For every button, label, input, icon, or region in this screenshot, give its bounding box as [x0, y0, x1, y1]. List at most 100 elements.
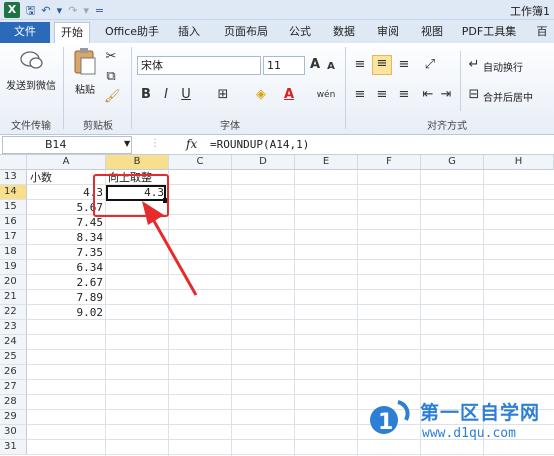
annotation-arrow-icon [142, 201, 198, 296]
borders-icon[interactable]: ⊞ [214, 87, 232, 103]
font-name-select[interactable]: 宋体 [137, 56, 261, 75]
row-header[interactable]: 22 [0, 305, 27, 320]
watermark-url: www.d1qu.com [422, 426, 516, 441]
row-header[interactable]: 27 [0, 380, 27, 395]
row-header[interactable]: 29 [0, 410, 27, 425]
row-header[interactable]: 31 [0, 440, 27, 455]
decrease-indent-icon[interactable]: ⇤ [420, 87, 436, 103]
wrap-text-icon[interactable]: ↵ [466, 57, 482, 73]
cell-a17[interactable]: 8.34 [27, 230, 105, 245]
cell-a19[interactable]: 6.34 [27, 260, 105, 275]
cell-a22[interactable]: 9.02 [27, 305, 105, 320]
name-box[interactable]: B14 [2, 136, 132, 154]
paste-button[interactable]: 粘贴 [70, 81, 100, 96]
save-icon[interactable]: 🖫 [26, 3, 35, 18]
formula-input[interactable]: =ROUNDUP(A14,1) [210, 138, 309, 151]
tab-pdf-tools[interactable]: PDF工具集 [458, 22, 520, 43]
tab-home[interactable]: 开始 [54, 22, 90, 43]
group-label-file-transfer: 文件传输 [11, 121, 51, 132]
column-header[interactable]: H [484, 155, 554, 170]
font-color-icon[interactable]: A [280, 87, 298, 103]
increase-indent-icon[interactable]: ⇥ [438, 87, 454, 103]
tab-review[interactable]: 审阅 [372, 22, 404, 43]
column-header[interactable]: G [421, 155, 484, 170]
grow-font-button[interactable]: A [308, 57, 322, 73]
row-header[interactable]: 23 [0, 320, 27, 335]
phonetic-button[interactable]: wén [314, 87, 338, 103]
undo-dropdown-icon[interactable]: ▾ [57, 3, 63, 18]
watermark-logo: 1 [370, 400, 410, 435]
align-left-icon[interactable]: ≡ [352, 87, 368, 103]
column-header[interactable]: A [27, 155, 106, 170]
cell-a18[interactable]: 7.35 [27, 245, 105, 260]
redo-icon[interactable]: ↷ [68, 3, 77, 18]
window-title: 工作簿1 [510, 5, 550, 18]
bold-button[interactable]: B [139, 87, 153, 103]
format-painter-icon[interactable]: 🖌 [104, 89, 121, 105]
customize-qat-icon[interactable]: = [95, 3, 104, 18]
tab-more[interactable]: 百 [530, 22, 554, 43]
tab-file[interactable]: 文件 [0, 22, 50, 43]
tab-view[interactable]: 视图 [416, 22, 448, 43]
row-header[interactable]: 18 [0, 245, 27, 260]
align-middle-icon[interactable]: ≡ [372, 55, 392, 75]
wrap-text-button[interactable]: 自动换行 [483, 59, 553, 74]
cut-icon[interactable]: ✂ [104, 49, 118, 65]
row-header[interactable]: 14 [0, 185, 27, 200]
row-header[interactable]: 16 [0, 215, 27, 230]
paste-icon[interactable] [72, 47, 98, 77]
shrink-font-button[interactable]: A [324, 59, 338, 75]
align-right-icon[interactable]: ≡ [396, 87, 412, 103]
undo-icon[interactable]: ↶ [41, 3, 50, 18]
row-header[interactable]: 24 [0, 335, 27, 350]
wechat-icon[interactable] [20, 49, 44, 71]
column-header[interactable]: B [106, 155, 169, 170]
align-bottom-icon[interactable]: ≡ [396, 57, 412, 73]
cell-a21[interactable]: 7.89 [27, 290, 105, 305]
svg-text:1: 1 [378, 410, 393, 435]
row-header[interactable]: 19 [0, 260, 27, 275]
row-header[interactable]: 17 [0, 230, 27, 245]
align-top-icon[interactable]: ≡ [352, 57, 368, 73]
row-header[interactable]: 15 [0, 200, 27, 215]
formula-bar: B14 ▼ ⋮ fx =ROUNDUP(A14,1) [0, 135, 554, 155]
merge-center-icon[interactable]: ⊟ [466, 87, 482, 103]
insert-function-button[interactable]: fx [186, 137, 197, 151]
tab-office-assistant[interactable]: Office助手 [100, 22, 164, 43]
row-header[interactable]: 26 [0, 365, 27, 380]
select-all-corner[interactable] [0, 155, 27, 170]
row-header[interactable]: 13 [0, 170, 27, 185]
excel-logo-icon: X [4, 2, 20, 18]
formula-bar-dots: ⋮ [150, 138, 160, 149]
cell-a16[interactable]: 7.45 [27, 215, 105, 230]
copy-icon[interactable]: ⧉ [104, 69, 118, 85]
redo-dropdown-icon[interactable]: ▾ [83, 3, 89, 18]
row-header[interactable]: 21 [0, 290, 27, 305]
fill-color-icon[interactable]: ◈ [252, 87, 270, 103]
row-header[interactable]: 20 [0, 275, 27, 290]
ribbon-tabs: 文件 开始 Office助手 插入 页面布局 公式 数据 审阅 视图 PDF工具… [0, 20, 554, 43]
ribbon: 发送到微信 文件传输 粘贴 ✂ ⧉ 🖌 剪贴板 宋体 11 A A B I U … [0, 43, 554, 135]
font-size-select[interactable]: 11 [263, 56, 305, 75]
row-header[interactable]: 25 [0, 350, 27, 365]
italic-button[interactable]: I [159, 87, 173, 103]
column-header[interactable]: D [232, 155, 295, 170]
tab-formulas[interactable]: 公式 [284, 22, 316, 43]
column-header[interactable]: E [295, 155, 358, 170]
merge-center-button[interactable]: 合并后居中 [483, 89, 554, 104]
row-header[interactable]: 30 [0, 425, 27, 440]
group-label-alignment: 对齐方式 [427, 121, 467, 132]
row-header[interactable]: 28 [0, 395, 27, 410]
underline-button[interactable]: U [179, 87, 193, 103]
column-header[interactable]: C [169, 155, 232, 170]
orientation-icon[interactable]: ⤢ [420, 57, 440, 73]
align-center-icon[interactable]: ≡ [374, 87, 390, 103]
send-to-wechat-button[interactable]: 发送到微信 [2, 77, 60, 92]
tab-page-layout[interactable]: 页面布局 [218, 22, 274, 43]
name-box-dropdown-icon[interactable]: ▼ [124, 139, 130, 148]
column-header[interactable]: F [358, 155, 421, 170]
tab-insert[interactable]: 插入 [172, 22, 206, 43]
group-label-font: 字体 [220, 121, 240, 132]
tab-data[interactable]: 数据 [328, 22, 360, 43]
cell-a20[interactable]: 2.67 [27, 275, 105, 290]
